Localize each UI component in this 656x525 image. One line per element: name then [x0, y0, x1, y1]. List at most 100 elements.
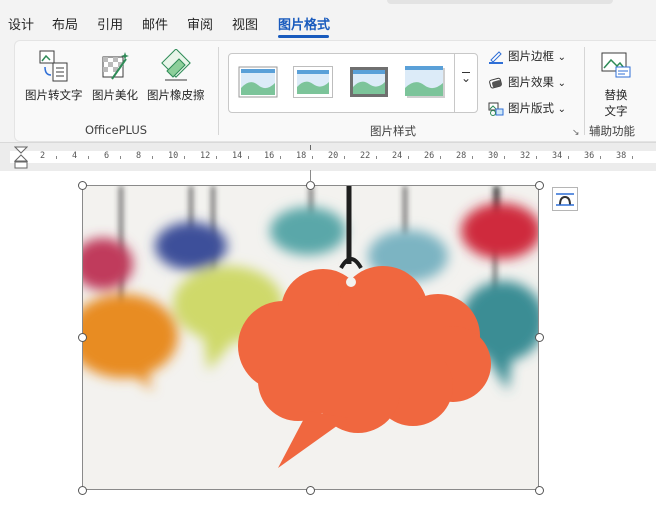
- picture-border-button[interactable]: 图片边框 ⌄: [488, 47, 566, 65]
- ruler-tick-label: 36: [584, 151, 595, 161]
- picture-to-text-label: 图片转文字: [25, 88, 83, 102]
- picture-eraser-label: 图片橡皮擦: [147, 88, 205, 102]
- title-search-bar[interactable]: [387, 0, 613, 4]
- picture-style-thumb[interactable]: [349, 66, 389, 98]
- picture-style-thumb[interactable]: [293, 66, 333, 98]
- picture-beautify-label: 图片美化: [92, 88, 138, 102]
- ruler-tick-label: 14: [232, 151, 243, 161]
- ruler-tick-mark: [152, 156, 153, 159]
- tab-design[interactable]: 设计: [8, 14, 34, 33]
- rotate-connector: [310, 170, 311, 182]
- ruler-tick-label: 18: [296, 151, 307, 161]
- indent-marker-icon[interactable]: [13, 146, 29, 170]
- chevron-down-icon: ⌄: [460, 71, 472, 85]
- alt-text-button[interactable]: 替换 文字: [599, 49, 633, 119]
- ribbon-panel: 图片转文字 图片美化 图片橡皮擦 OfficePLUS ⌄ 图片边框 ⌄ 图片效…: [14, 40, 656, 142]
- ruler-tick-mark: [184, 156, 185, 159]
- picture-effects-button[interactable]: 图片效果 ⌄: [488, 73, 566, 91]
- ruler-tick-label: 30: [488, 151, 499, 161]
- ruler-tick-mark: [504, 156, 505, 159]
- resize-handle-bottom-left[interactable]: [78, 486, 87, 495]
- ruler-tick-label: 38: [616, 151, 627, 161]
- speech-bubbles-image: [83, 186, 538, 489]
- ruler-tick-label: 26: [424, 151, 435, 161]
- picture-layout-icon: [488, 102, 504, 116]
- tab-layout[interactable]: 布局: [52, 14, 78, 33]
- ruler-strip: 2 4 6 8 10 12 14 16 18 20 22 24 26 28 30 32 34 36 38: [10, 145, 656, 169]
- accessibility-group-label: 辅助功能: [589, 124, 635, 138]
- tab-references[interactable]: 引用: [97, 14, 123, 33]
- picture-styles-group-label: 图片样式: [370, 124, 416, 138]
- tab-mailings[interactable]: 邮件: [142, 14, 168, 33]
- picture-beautify-icon: [98, 49, 132, 83]
- picture-border-label: 图片边框: [508, 49, 554, 63]
- ruler-tick-label: 32: [520, 151, 531, 161]
- picture-style-thumb[interactable]: [405, 66, 445, 98]
- tab-review[interactable]: 审阅: [187, 14, 213, 33]
- ruler-tick-mark: [120, 156, 121, 159]
- picture-layout-button[interactable]: 图片版式 ⌄: [488, 99, 566, 117]
- chevron-down-icon: ⌄: [557, 52, 567, 63]
- ruler-tick-label: 28: [456, 151, 467, 161]
- ruler-center-marker: [310, 145, 311, 150]
- picture-style-thumb[interactable]: [238, 66, 278, 98]
- ruler-tick-mark: [248, 156, 249, 159]
- ruler-tick-mark: [344, 156, 345, 159]
- picture-border-icon: [488, 50, 504, 64]
- tab-picture-format[interactable]: 图片格式: [278, 14, 330, 33]
- ruler-tick-label: 10: [168, 151, 179, 161]
- picture-eraser-icon: [159, 48, 193, 83]
- ruler-tick-label: 34: [552, 151, 563, 161]
- resize-handle-top-left[interactable]: [78, 181, 87, 190]
- chevron-down-icon: ⌄: [557, 78, 567, 89]
- ruler-tick-mark: [536, 156, 537, 159]
- ruler-tick-mark: [56, 156, 57, 159]
- ruler-tick-mark: [88, 156, 89, 159]
- ruler-tick-label: 24: [392, 151, 403, 161]
- resize-handle-bottom[interactable]: [306, 486, 315, 495]
- layout-options-icon: [556, 193, 574, 206]
- ruler-tick-mark: [408, 156, 409, 159]
- ruler-tick-label: 4: [72, 151, 78, 161]
- ruler-tick-mark: [472, 156, 473, 159]
- ruler-tick-mark: [600, 156, 601, 159]
- ribbon-tab-bar: 设计 布局 引用 邮件 审阅 视图 图片格式: [0, 0, 656, 40]
- resize-handle-right[interactable]: [535, 333, 544, 342]
- picture-eraser-button[interactable]: 图片橡皮擦: [147, 48, 205, 103]
- ruler-tick-mark: [312, 156, 313, 159]
- ruler-tick-label: 6: [104, 151, 110, 161]
- chevron-down-icon: ⌄: [557, 104, 567, 115]
- officeplus-group-label: OfficePLUS: [85, 123, 148, 137]
- picture-to-text-icon: [37, 49, 71, 83]
- tab-view[interactable]: 视图: [232, 14, 258, 33]
- alt-text-label-line2: 文字: [604, 104, 628, 118]
- picture-styles-gallery: ⌄: [228, 53, 478, 113]
- resize-handle-bottom-right[interactable]: [535, 486, 544, 495]
- resize-handle-left[interactable]: [78, 333, 87, 342]
- group-divider: [584, 47, 585, 135]
- ruler-tick-label: 8: [136, 151, 142, 161]
- ribbon: 图片转文字 图片美化 图片橡皮擦 OfficePLUS ⌄ 图片边框 ⌄ 图片效…: [0, 40, 656, 142]
- ruler-tick-label: 12: [200, 151, 211, 161]
- ruler-tick-label: 22: [360, 151, 371, 161]
- alt-text-label-line1: 替换: [604, 88, 628, 102]
- horizontal-ruler[interactable]: 2 4 6 8 10 12 14 16 18 20 22 24 26 28 30 32 34 36 38: [0, 142, 656, 171]
- active-tab-indicator: [278, 35, 329, 38]
- picture-effects-label: 图片效果: [508, 75, 554, 89]
- group-divider: [218, 47, 219, 135]
- layout-options-button[interactable]: [552, 187, 578, 211]
- ruler-tick-mark: [376, 156, 377, 159]
- picture-effects-icon: [488, 76, 504, 90]
- ruler-tick-label: 16: [264, 151, 275, 161]
- resize-handle-top[interactable]: [306, 181, 315, 190]
- ruler-tick-mark: [216, 156, 217, 159]
- selected-picture[interactable]: [82, 185, 539, 490]
- ruler-tick-label: 2: [40, 151, 46, 161]
- resize-handle-top-right[interactable]: [535, 181, 544, 190]
- dialog-launcher-icon[interactable]: ↘: [572, 128, 580, 138]
- picture-to-text-button[interactable]: 图片转文字: [25, 49, 83, 103]
- picture-layout-label: 图片版式: [508, 101, 554, 115]
- picture-beautify-button[interactable]: 图片美化: [92, 49, 138, 103]
- gallery-more-button[interactable]: ⌄: [454, 54, 477, 112]
- ruler-tick-mark: [568, 156, 569, 159]
